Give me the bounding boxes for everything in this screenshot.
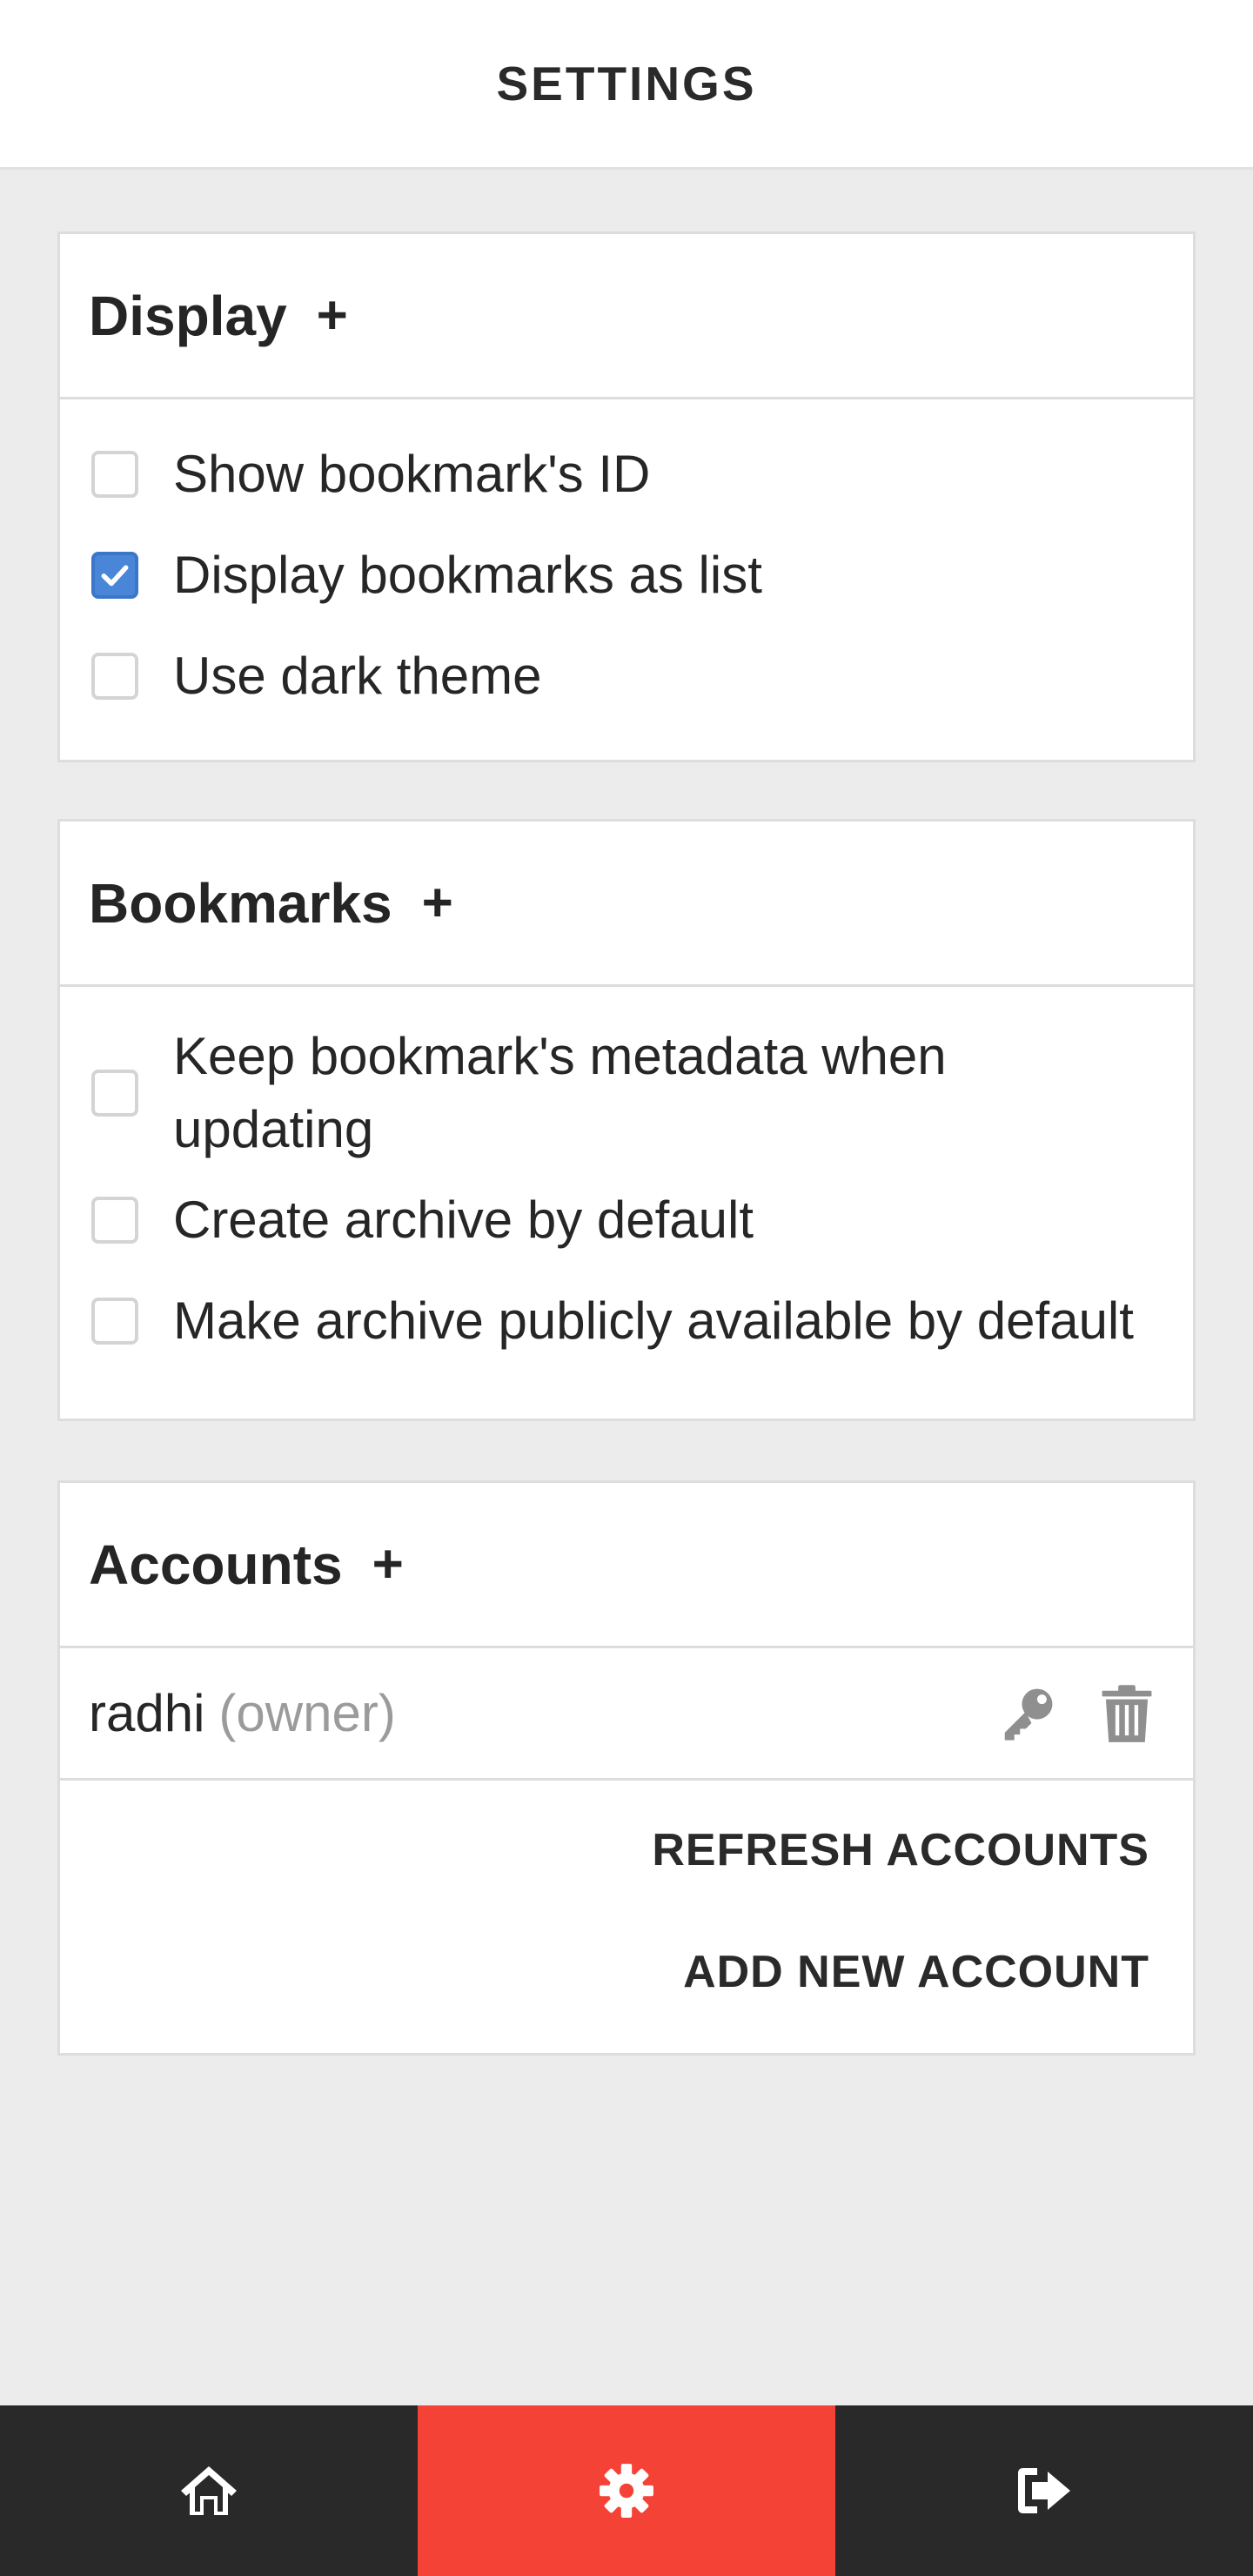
option-show-bookmark-id[interactable]: Show bookmark's ID <box>60 424 1193 525</box>
account-row: radhi (owner) <box>60 1648 1193 1781</box>
accounts-card-title: Accounts <box>89 1533 343 1596</box>
display-card-title: Display <box>89 284 287 347</box>
option-label: Show bookmark's ID <box>173 445 651 503</box>
dark-theme-checkbox[interactable] <box>91 653 138 700</box>
nav-home[interactable] <box>0 2405 418 2576</box>
option-label: Use dark theme <box>173 647 542 705</box>
display-card: Display + Show bookmark's ID Display boo… <box>57 231 1196 762</box>
gear-icon <box>600 2464 653 2518</box>
create-archive-checkbox[interactable] <box>91 1197 138 1244</box>
option-label: Keep bookmark's metadata when updating <box>173 1027 947 1158</box>
account-name: radhi <box>89 1684 205 1742</box>
display-card-header: Display + <box>60 234 1193 399</box>
bookmarks-card-header: Bookmarks + <box>60 822 1193 987</box>
refresh-accounts-button[interactable]: REFRESH ACCOUNTS <box>652 1807 1149 1894</box>
option-dark-theme[interactable]: Use dark theme <box>60 626 1193 727</box>
key-icon[interactable] <box>996 1682 1059 1745</box>
nav-settings[interactable] <box>418 2405 835 2576</box>
option-public-archive[interactable]: Make archive publicly available by defau… <box>60 1271 1193 1372</box>
account-actions <box>996 1682 1158 1745</box>
page-title: SETTINGS <box>496 57 757 111</box>
display-as-list-checkbox[interactable] <box>91 552 138 599</box>
display-expand-button[interactable]: + <box>317 285 348 346</box>
option-label: Make archive publicly available by defau… <box>173 1291 1134 1350</box>
account-role: (owner) <box>218 1684 396 1742</box>
checkmark-icon <box>101 565 129 587</box>
keep-metadata-checkbox[interactable] <box>91 1070 138 1117</box>
trash-icon[interactable] <box>1096 1682 1158 1745</box>
bookmarks-card-title: Bookmarks <box>89 871 392 935</box>
display-options: Show bookmark's ID Display bookmarks as … <box>60 399 1193 751</box>
top-bar: SETTINGS <box>0 0 1253 170</box>
option-label: Create archive by default <box>173 1191 754 1249</box>
accounts-footer: REFRESH ACCOUNTS ADD NEW ACCOUNT <box>60 1781 1193 2050</box>
bookmarks-expand-button[interactable]: + <box>422 872 453 934</box>
accounts-expand-button[interactable]: + <box>372 1533 404 1595</box>
logout-icon <box>1018 2468 1070 2513</box>
bookmarks-card: Bookmarks + Keep bookmark's metadata whe… <box>57 819 1196 1421</box>
accounts-card: Accounts + radhi (owner) REFRESH ACCOUNT… <box>57 1480 1196 2056</box>
option-label: Display bookmarks as list <box>173 546 762 604</box>
accounts-card-header: Accounts + <box>60 1483 1193 1648</box>
bottom-nav <box>0 2405 1253 2576</box>
public-archive-checkbox[interactable] <box>91 1298 138 1345</box>
show-bookmark-id-checkbox[interactable] <box>91 451 138 498</box>
bookmarks-options: Keep bookmark's metadata when updating C… <box>60 987 1193 1396</box>
option-keep-metadata[interactable]: Keep bookmark's metadata when updating <box>60 1016 1193 1170</box>
home-icon <box>181 2466 237 2515</box>
nav-logout[interactable] <box>835 2405 1253 2576</box>
option-display-as-list[interactable]: Display bookmarks as list <box>60 525 1193 626</box>
add-account-button[interactable]: ADD NEW ACCOUNT <box>683 1929 1149 2016</box>
option-create-archive[interactable]: Create archive by default <box>60 1170 1193 1271</box>
